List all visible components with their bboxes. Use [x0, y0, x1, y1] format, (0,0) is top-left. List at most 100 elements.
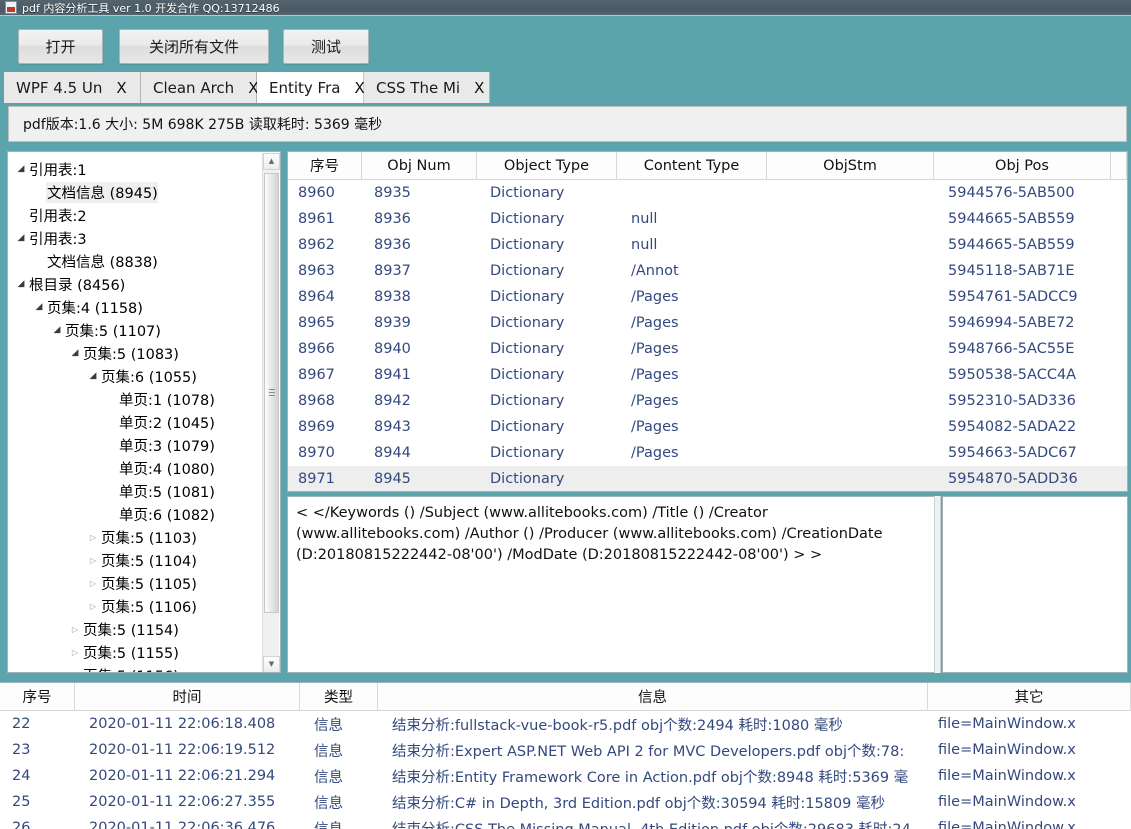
- grid-cell: 5944665-5AB559: [948, 211, 1075, 227]
- close-tab-icon[interactable]: X: [116, 79, 126, 97]
- tree-node[interactable]: 单页:5 (1081): [8, 480, 264, 503]
- grid-row[interactable]: 8970 8944 Dictionary/Pages 5954663-5ADC67: [288, 440, 1127, 466]
- expand-arrow-closed-icon[interactable]: ▷: [86, 602, 100, 611]
- tree-node[interactable]: ▷ 页集:5 (1154): [8, 618, 264, 641]
- tree-node[interactable]: ▷ 页集:5 (1106): [8, 595, 264, 618]
- expand-arrow-closed-icon[interactable]: ▷: [68, 625, 82, 634]
- grid-column-header[interactable]: Obj Pos: [934, 152, 1111, 179]
- tree-node[interactable]: ◢ 引用表:1: [8, 158, 264, 181]
- vertical-splitter[interactable]: [934, 496, 941, 673]
- grid-cell: 8945: [374, 471, 411, 487]
- tree-node-label: 单页:5 (1081): [119, 485, 215, 501]
- log-cell: file=MainWindow.x: [938, 820, 1076, 829]
- grid-column-header[interactable]: Object Type: [477, 152, 617, 179]
- scroll-down-arrow-icon[interactable]: ▼: [263, 656, 280, 672]
- open-button[interactable]: 打开: [18, 29, 103, 64]
- expand-arrow-closed-icon[interactable]: ▷: [86, 556, 100, 565]
- tree-node[interactable]: 单页:4 (1080): [8, 457, 264, 480]
- grid-row[interactable]: 8971 8945 Dictionary 5954870-5ADD36: [288, 466, 1127, 491]
- log-column-header[interactable]: 其它: [928, 683, 1131, 710]
- file-tab-1[interactable]: Clean Arch X: [141, 72, 258, 103]
- log-cell: 信息: [314, 795, 343, 812]
- close-tab-icon[interactable]: X: [354, 79, 364, 97]
- file-tab-3[interactable]: CSS The Mi X: [364, 72, 490, 103]
- grid-row[interactable]: 8966 8940 Dictionary/Pages 5948766-5AC55E: [288, 336, 1127, 362]
- log-row[interactable]: 24 2020-01-11 22:06:21.294 信息 结束分析:Entity F…: [0, 763, 1131, 789]
- close-all-files-button[interactable]: 关闭所有文件: [119, 29, 269, 64]
- log-row[interactable]: 25 2020-01-11 22:06:27.355 信息 结束分析:C# in De…: [0, 789, 1131, 815]
- grid-column-header[interactable]: ObjStm: [767, 152, 934, 179]
- grid-row[interactable]: 8961 8936 Dictionary null 5944665-5AB559: [288, 206, 1127, 232]
- grid-row[interactable]: 8962 8936 Dictionary null 5944665-5AB559: [288, 232, 1127, 258]
- tree-vertical-scrollbar[interactable]: ▲ ▼: [262, 153, 280, 672]
- tree-node[interactable]: 单页:2 (1045): [8, 411, 264, 434]
- tree-node[interactable]: ◢ 引用表:3: [8, 227, 264, 250]
- file-tab-2[interactable]: Entity Fra X: [257, 72, 365, 103]
- expand-arrow-open-icon[interactable]: ◢: [68, 349, 82, 358]
- tree-node[interactable]: 单页:3 (1079): [8, 434, 264, 457]
- grid-row[interactable]: 8968 8942 Dictionary/Pages 5952310-5AD336: [288, 388, 1127, 414]
- expand-arrow-closed-icon[interactable]: ▷: [68, 648, 82, 657]
- grid-column-header[interactable]: 序号: [288, 152, 362, 179]
- log-row[interactable]: 23 2020-01-11 22:06:19.512 信息 结束分析:Expert A…: [0, 737, 1131, 763]
- grid-row[interactable]: 8965 8939 Dictionary/Pages 5946994-5ABE72: [288, 310, 1127, 336]
- expand-arrow-closed-icon[interactable]: ▷: [86, 533, 100, 542]
- log-column-header[interactable]: 序号: [0, 683, 75, 710]
- log-column-header[interactable]: 类型: [300, 683, 378, 710]
- tree-node[interactable]: ▷ 页集:5 (1155): [8, 641, 264, 664]
- grid-row[interactable]: 8960 8935 Dictionary 5944576-5AB500: [288, 180, 1127, 206]
- tree-node[interactable]: 单页:1 (1078): [8, 388, 264, 411]
- grid-row[interactable]: 8969 8943 Dictionary/Pages 5954082-5ADA22: [288, 414, 1127, 440]
- grid-cell: /Pages: [631, 393, 679, 409]
- tree-node[interactable]: ◢ 页集:5 (1107): [8, 319, 264, 342]
- log-column-header[interactable]: 时间: [75, 683, 300, 710]
- scrollbar-thumb[interactable]: [264, 173, 279, 613]
- tree-node[interactable]: ◢ 页集:4 (1158): [8, 296, 264, 319]
- tree-node-label: 单页:1 (1078): [119, 393, 215, 409]
- tree-node[interactable]: 单页:6 (1082): [8, 503, 264, 526]
- log-grid-body[interactable]: 22 2020-01-11 22:06:18.408 信息 结束分析:fullstac…: [0, 711, 1131, 829]
- close-tab-icon[interactable]: X: [474, 79, 484, 97]
- tree-node[interactable]: ▷页集:5 (1156): [8, 664, 264, 672]
- grid-row[interactable]: 8967 8941 Dictionary/Pages 5950538-5ACC4A: [288, 362, 1127, 388]
- grid-cell: 8964: [298, 289, 335, 305]
- object-tree[interactable]: ◢ 引用表:1 文档信息 (8945) 引用表:2 ◢ 引用表:3 文档信息 (8838) ◢…: [8, 152, 264, 672]
- expand-arrow-open-icon[interactable]: ◢: [14, 234, 28, 243]
- tree-node[interactable]: ▷ 页集:5 (1104): [8, 549, 264, 572]
- expand-arrow-open-icon[interactable]: ◢: [14, 165, 28, 174]
- file-tab-label: WPF 4.5 Un: [16, 78, 103, 97]
- grid-row[interactable]: 8963 8937 Dictionary/Annot 5945118-5AB71E: [288, 258, 1127, 284]
- grid-column-header[interactable]: Obj Num: [362, 152, 477, 179]
- tree-node[interactable]: ◢ 根目录 (8456): [8, 273, 264, 296]
- file-tab-0[interactable]: WPF 4.5 Un X: [4, 72, 141, 103]
- expand-arrow-open-icon[interactable]: ◢: [50, 326, 64, 335]
- file-tab-label: Clean Arch: [153, 78, 235, 97]
- grid-row[interactable]: 8964 8938 Dictionary/Pages 5954761-5ADCC9: [288, 284, 1127, 310]
- tree-node[interactable]: 文档信息 (8838): [8, 250, 264, 273]
- file-tab-bar: WPF 4.5 Un X Clean Arch X Entity Fra X CSS The…: [0, 70, 1131, 103]
- log-row[interactable]: 22 2020-01-11 22:06:18.408 信息 结束分析:fullstac…: [0, 711, 1131, 737]
- log-row[interactable]: 26 2020-01-11 22:06:36.476 信息结束分析:CSS The …: [0, 815, 1131, 829]
- tree-node[interactable]: ▷ 页集:5 (1103): [8, 526, 264, 549]
- tree-node[interactable]: ▷ 页集:5 (1105): [8, 572, 264, 595]
- object-detail-textbox[interactable]: < </Keywords () /Subject (www.allitebook…: [287, 496, 940, 673]
- tree-node[interactable]: ◢ 页集:6 (1055): [8, 365, 264, 388]
- test-button[interactable]: 测试: [283, 29, 369, 64]
- expand-arrow-closed-icon[interactable]: ▷: [68, 671, 82, 672]
- side-preview-panel[interactable]: [942, 496, 1128, 673]
- expand-arrow-open-icon[interactable]: ◢: [32, 303, 46, 312]
- log-cell: 24: [12, 768, 31, 784]
- expand-arrow-open-icon[interactable]: ◢: [86, 372, 100, 381]
- expand-arrow-closed-icon[interactable]: ▷: [86, 579, 100, 588]
- scroll-up-arrow-icon[interactable]: ▲: [263, 153, 280, 170]
- tree-node[interactable]: ◢ 页集:5 (1083): [8, 342, 264, 365]
- grid-cell: [617, 466, 767, 491]
- log-column-header[interactable]: 信息: [378, 683, 928, 710]
- grid-cell: /Pages: [631, 289, 679, 305]
- expand-arrow-open-icon[interactable]: ◢: [14, 280, 28, 289]
- tree-node[interactable]: 文档信息 (8945): [8, 181, 264, 204]
- tree-node[interactable]: 引用表:2: [8, 204, 264, 227]
- grid-column-header[interactable]: Content Type: [617, 152, 767, 179]
- log-panel: 序号 时间 类型 信息 其它 22 2020-01-11 22:06:18.408 信息 结束…: [0, 682, 1131, 829]
- object-grid-body[interactable]: 8960 8935 Dictionary 5944576-5AB500 8961 8936…: [288, 180, 1127, 491]
